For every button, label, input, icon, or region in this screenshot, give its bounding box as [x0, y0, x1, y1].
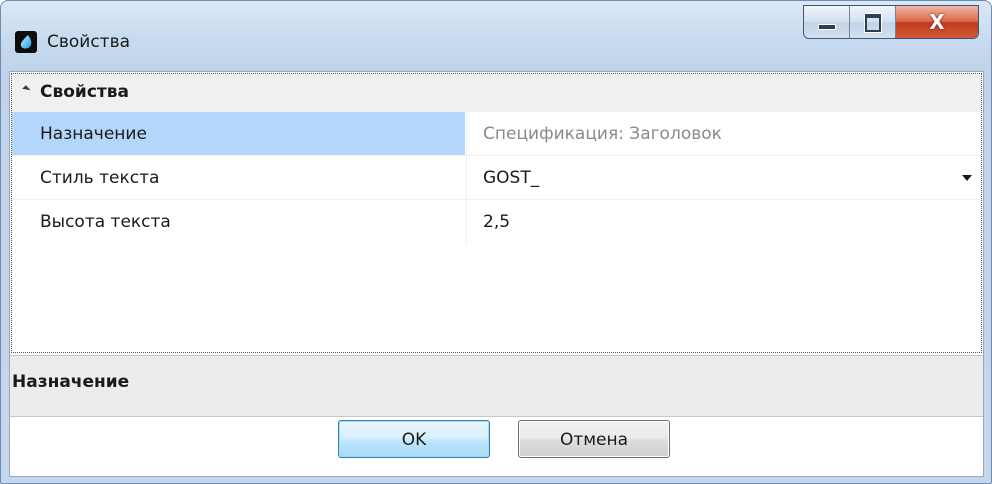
dialog-footer: OK Отмена: [10, 417, 983, 476]
window-title: Свойства: [47, 32, 131, 52]
dropdown-arrow-icon[interactable]: [962, 175, 972, 181]
drop-icon: [15, 31, 37, 53]
property-row-text-style[interactable]: Стиль текста GOST_: [12, 155, 981, 200]
property-row-text-height[interactable]: Высота текста 2,5: [12, 199, 981, 244]
maximize-button[interactable]: [850, 6, 896, 38]
property-name: Стиль текста: [40, 168, 160, 188]
minimize-icon: [818, 24, 836, 30]
property-value: Спецификация: Заголовок: [483, 124, 722, 144]
property-name-cell[interactable]: Назначение: [12, 112, 465, 156]
text-style-dropdown[interactable]: GOST_: [466, 156, 982, 200]
title-bar[interactable]: Свойства X: [1, 1, 991, 71]
collapse-arrow-icon[interactable]: [22, 85, 31, 94]
maximize-icon: [864, 13, 882, 33]
close-button[interactable]: X: [896, 6, 978, 38]
dialog-client-area: Свойства Назначение Спецификация: Заголо…: [9, 71, 984, 477]
property-value: GOST_: [483, 168, 540, 188]
property-name: Высота текста: [40, 212, 171, 232]
ok-button[interactable]: OK: [338, 420, 490, 458]
description-panel: Назначение: [10, 355, 983, 417]
category-row[interactable]: Свойства: [12, 74, 981, 111]
property-row-purpose[interactable]: Назначение Спецификация: Заголовок: [12, 111, 981, 156]
property-name-cell[interactable]: Стиль текста: [12, 156, 465, 200]
property-name: Назначение: [40, 124, 147, 144]
description-title: Назначение: [12, 372, 130, 392]
property-name-cell[interactable]: Высота текста: [12, 200, 465, 244]
category-label: Свойства: [40, 82, 129, 102]
property-grid[interactable]: Свойства Назначение Спецификация: Заголо…: [11, 73, 982, 353]
text-height-field[interactable]: 2,5: [466, 200, 982, 244]
cancel-button[interactable]: Отмена: [518, 420, 670, 458]
minimize-button[interactable]: [804, 6, 850, 38]
property-value: 2,5: [483, 212, 511, 232]
properties-dialog: Свойства X Свойства Назначение Специфика…: [0, 0, 992, 484]
close-icon: X: [929, 10, 945, 34]
caption-buttons: X: [803, 5, 979, 39]
property-value-cell: Спецификация: Заголовок: [466, 112, 982, 156]
